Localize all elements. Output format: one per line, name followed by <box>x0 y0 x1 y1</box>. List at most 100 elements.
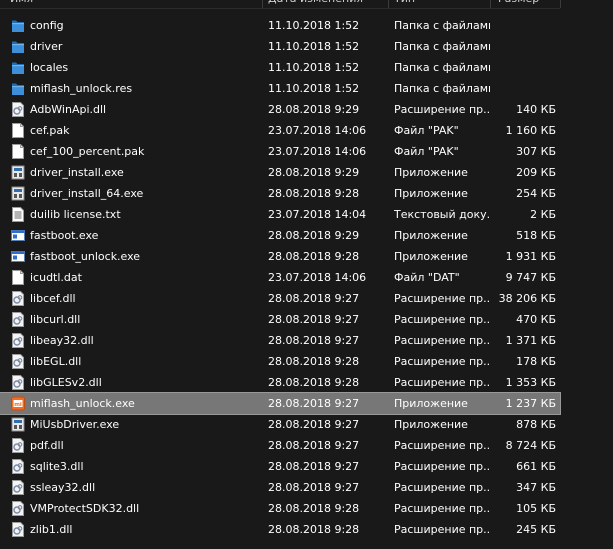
column-divider[interactable] <box>490 0 491 8</box>
file-name: cef_100_percent.pak <box>30 145 145 158</box>
file-row[interactable]: MiUsbDriver.exe 28.08.2018 9:27 Приложение… <box>0 414 560 435</box>
file-size: 1 353 КБ <box>505 376 556 389</box>
file-date-modified: 28.08.2018 9:28 <box>268 376 360 389</box>
file-size: 254 КБ <box>516 187 556 200</box>
file-name: sqlite3.dll <box>30 460 84 473</box>
file-row[interactable]: fastboot_unlock.exe 28.08.2018 9:28 Прилож… <box>0 246 560 267</box>
file-row[interactable]: libcef.dll 28.08.2018 9:27 Расширение пр..… <box>0 288 560 309</box>
file-row[interactable]: cef.pak 23.07.2018 14:06 Файл "PAK" 1 160 К… <box>0 120 560 141</box>
folder-icon <box>11 18 25 33</box>
file-row[interactable]: locales 11.10.2018 1:52 Папка с файлами <box>0 57 560 78</box>
file-type: Расширение пр... <box>394 502 490 515</box>
file-row[interactable]: libcurl.dll 28.08.2018 9:27 Расширение пр.… <box>0 309 560 330</box>
file-row[interactable]: sqlite3.dll 28.08.2018 9:27 Расширение пр.… <box>0 456 560 477</box>
file-row[interactable]: VMProtectSDK32.dll 28.08.2018 9:28 Расшире… <box>0 498 560 519</box>
file-name: libcurl.dll <box>30 313 81 326</box>
dll-file-icon <box>11 354 25 369</box>
file-date-modified: 28.08.2018 9:28 <box>268 355 360 368</box>
mi-app-icon: mi <box>11 396 25 411</box>
file-date-modified: 28.08.2018 9:28 <box>268 250 360 263</box>
file-date-modified: 28.08.2018 9:29 <box>268 229 360 242</box>
file-date-modified: 28.08.2018 9:27 <box>268 460 360 473</box>
column-divider[interactable] <box>388 0 389 8</box>
file-row[interactable]: fastboot.exe 28.08.2018 9:29 Приложение 518… <box>0 225 560 246</box>
file-row[interactable]: libEGL.dll 28.08.2018 9:28 Расширение пр..… <box>0 351 560 372</box>
column-divider[interactable] <box>560 0 561 8</box>
file-type: Расширение пр... <box>394 460 490 473</box>
file-row[interactable]: zlib1.dll 28.08.2018 9:28 Расширение пр...… <box>0 519 560 540</box>
file-date-modified: 11.10.2018 1:52 <box>268 61 360 74</box>
file-row[interactable]: driver 11.10.2018 1:52 Папка с файлами <box>0 36 560 57</box>
column-header-date[interactable]: Дата изменения <box>268 0 378 8</box>
file-date-modified: 23.07.2018 14:06 <box>268 124 367 137</box>
file-row[interactable]: cef_100_percent.pak 23.07.2018 14:06 Файл … <box>0 141 560 162</box>
file-row[interactable]: driver_install.exe 28.08.2018 9:29 Приложе… <box>0 162 560 183</box>
column-header-type[interactable]: Тип <box>394 0 474 8</box>
file-name: MiUsbDriver.exe <box>30 418 120 431</box>
file-date-modified: 28.08.2018 9:27 <box>268 313 360 326</box>
column-header-size[interactable]: Размер <box>498 0 548 8</box>
file-size: 8 724 КБ <box>505 439 556 452</box>
file-date-modified: 28.08.2018 9:28 <box>268 187 360 200</box>
text-file-icon <box>11 207 25 222</box>
file-name: driver_install.exe <box>30 166 124 179</box>
file-type: Приложение <box>394 166 468 179</box>
file-name: locales <box>30 61 69 74</box>
dll-file-icon <box>11 375 25 390</box>
file-size: 2 КБ <box>530 208 556 221</box>
file-type: Файл "PAK" <box>394 124 459 137</box>
blank-file-icon <box>11 144 25 159</box>
file-date-modified: 28.08.2018 9:29 <box>268 166 360 179</box>
file-size: 518 КБ <box>516 229 556 242</box>
file-date-modified: 11.10.2018 1:52 <box>268 40 360 53</box>
file-type: Приложение <box>394 397 468 410</box>
column-divider[interactable] <box>262 0 263 8</box>
file-type: Папка с файлами <box>394 40 490 53</box>
file-row[interactable]: duilib license.txt 23.07.2018 14:04 Тексто… <box>0 204 560 225</box>
column-header-name[interactable]: Имя <box>10 0 250 8</box>
file-row[interactable]: pdf.dll 28.08.2018 9:27 Расширение пр... 8 … <box>0 435 560 456</box>
file-type: Файл "PAK" <box>394 145 459 158</box>
file-name: miflash_unlock.exe <box>30 397 135 410</box>
file-type: Расширение пр... <box>394 292 490 305</box>
file-row[interactable]: miflash_unlock.res 11.10.2018 1:52 Папка с… <box>0 78 560 99</box>
file-row[interactable]: mi miflash_unlock.exe 28.08.2018 9:27 Прило… <box>0 392 561 415</box>
file-date-modified: 28.08.2018 9:27 <box>268 439 360 452</box>
file-row[interactable]: ssleay32.dll 28.08.2018 9:27 Расширение пр… <box>0 477 560 498</box>
file-date-modified: 23.07.2018 14:06 <box>268 271 367 284</box>
file-date-modified: 23.07.2018 14:04 <box>268 208 367 221</box>
file-row[interactable]: libGLESv2.dll 28.08.2018 9:28 Расширение п… <box>0 372 560 393</box>
file-row[interactable]: driver_install_64.exe 28.08.2018 9:28 Прил… <box>0 183 560 204</box>
folder-icon <box>11 39 25 54</box>
file-type: Расширение пр... <box>394 481 490 494</box>
file-date-modified: 28.08.2018 9:27 <box>268 397 360 410</box>
file-size: 209 КБ <box>516 166 556 179</box>
file-date-modified: 28.08.2018 9:27 <box>268 481 360 494</box>
app-window-icon <box>11 228 25 243</box>
file-size: 1 160 КБ <box>505 124 556 137</box>
file-row[interactable]: libeay32.dll 28.08.2018 9:27 Расширение пр… <box>0 330 560 351</box>
file-row[interactable]: AdbWinApi.dll 28.08.2018 9:29 Расширение п… <box>0 99 560 120</box>
file-name: zlib1.dll <box>30 523 73 536</box>
installer-icon <box>11 165 25 180</box>
file-row[interactable]: config 11.10.2018 1:52 Папка с файлами <box>0 15 560 36</box>
file-size: 38 206 КБ <box>498 292 556 305</box>
file-date-modified: 28.08.2018 9:28 <box>268 523 360 536</box>
blank-file-icon <box>11 123 25 138</box>
file-type: Приложение <box>394 187 468 200</box>
file-size: 1 931 КБ <box>505 250 556 263</box>
file-name: libEGL.dll <box>30 355 82 368</box>
file-size: 105 КБ <box>516 502 556 515</box>
file-name: libcef.dll <box>30 292 76 305</box>
file-type: Папка с файлами <box>394 61 490 74</box>
file-name: VMProtectSDK32.dll <box>30 502 140 515</box>
installer-icon <box>11 186 25 201</box>
file-type: Расширение пр... <box>394 376 490 389</box>
installer-icon <box>11 417 25 432</box>
file-type: Расширение пр... <box>394 523 490 536</box>
file-type: Расширение пр... <box>394 334 490 347</box>
file-type: Расширение пр... <box>394 439 490 452</box>
file-size: 140 КБ <box>516 103 556 116</box>
app-window-icon <box>11 249 25 264</box>
file-row[interactable]: icudtl.dat 23.07.2018 14:06 Файл "DAT" 9 74… <box>0 267 560 288</box>
